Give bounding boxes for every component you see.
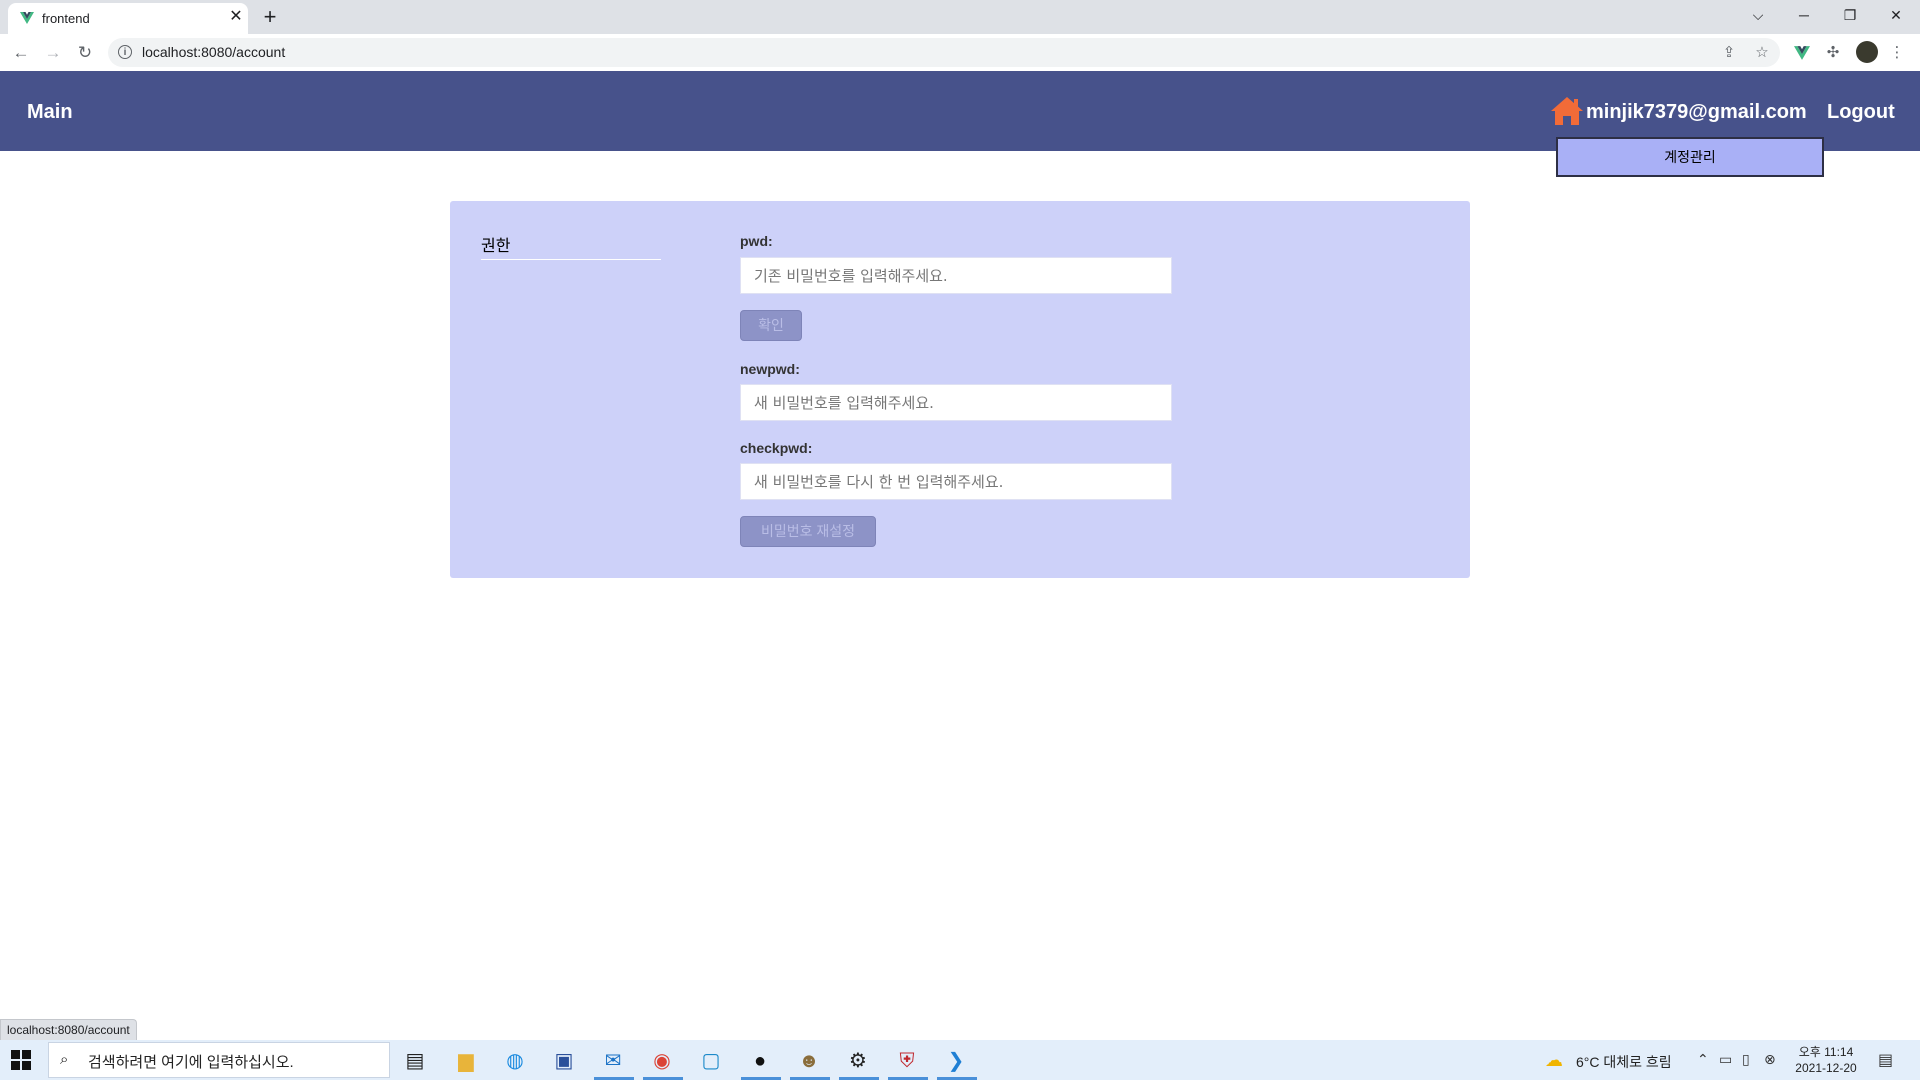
reset-password-button[interactable]: 비밀번호 재설정 xyxy=(740,516,876,547)
profile-avatar[interactable] xyxy=(1856,41,1878,63)
share-icon[interactable]: ⇪ xyxy=(1718,42,1740,64)
vue-devtools-extension-icon[interactable] xyxy=(1794,45,1810,61)
settings-gear-icon[interactable]: ⚙ xyxy=(843,1046,873,1076)
checkpwd-label: checkpwd: xyxy=(740,440,813,456)
tab-search-chevron-icon[interactable]: ⌵ xyxy=(1736,2,1780,28)
search-icon: ⌕ xyxy=(60,1051,69,1068)
tray-ime-icon[interactable]: ▭ xyxy=(1719,1051,1732,1068)
tray-display-icon[interactable]: ▯ xyxy=(1742,1051,1750,1068)
pwd-label: pwd: xyxy=(740,233,773,249)
checkpwd-input[interactable] xyxy=(740,463,1172,500)
bookmark-star-icon[interactable]: ☆ xyxy=(1751,42,1773,64)
weather-cloudy-icon[interactable]: ☁ xyxy=(1545,1050,1563,1071)
task-view-icon[interactable]: ▤ xyxy=(400,1046,430,1076)
browser-menu-icon[interactable]: ⋮ xyxy=(1886,42,1908,64)
kakaotalk-icon[interactable]: ● xyxy=(745,1046,775,1076)
file-explorer-icon[interactable]: ▆ xyxy=(451,1046,481,1076)
windows-start-icon[interactable] xyxy=(10,1049,32,1071)
newpwd-label: newpwd: xyxy=(740,361,800,377)
sidebar-item-permissions[interactable]: 권한 xyxy=(481,232,661,260)
taskbar-search-placeholder[interactable]: 검색하려면 여기에 입력하십시오. xyxy=(88,1051,294,1072)
microsoft-store-icon[interactable]: ▣ xyxy=(549,1046,579,1076)
reload-icon[interactable]: ↻ xyxy=(72,40,98,66)
close-window-icon[interactable]: ✕ xyxy=(1874,2,1918,28)
vscode-icon[interactable]: ❯ xyxy=(941,1046,971,1076)
minimize-icon[interactable]: ─ xyxy=(1782,2,1826,28)
browser-tab-bar xyxy=(0,0,1920,34)
site-info-icon[interactable]: i xyxy=(118,45,132,59)
restore-icon[interactable]: ❐ xyxy=(1828,2,1872,28)
app-icon-blue[interactable]: ▢ xyxy=(696,1046,726,1076)
tray-chevron-up-icon[interactable]: ⌃ xyxy=(1697,1051,1709,1068)
newpwd-input[interactable] xyxy=(740,384,1172,421)
edge-browser-icon[interactable]: ◍ xyxy=(500,1046,530,1076)
extensions-puzzle-icon[interactable]: ✣ xyxy=(1822,42,1844,64)
back-arrow-icon[interactable]: ← xyxy=(8,40,34,66)
confirm-button[interactable]: 확인 xyxy=(740,310,802,341)
dropdown-item-account-management[interactable]: 계정관리 xyxy=(1558,139,1822,175)
mail-icon[interactable]: ✉ xyxy=(598,1046,628,1076)
address-bar-url[interactable]: localhost:8080/account xyxy=(142,44,285,60)
notification-center-icon[interactable]: ▤ xyxy=(1878,1050,1893,1070)
shield-app-icon[interactable]: ⛨ xyxy=(892,1046,922,1076)
clock-date[interactable]: 2021-12-20 xyxy=(1790,1061,1862,1075)
app-icon-mascot[interactable]: ☻ xyxy=(794,1046,824,1076)
tab-close-icon[interactable]: ✕ xyxy=(226,7,246,27)
weather-text[interactable]: 6°C 대체로 흐림 xyxy=(1576,1052,1672,1072)
forward-arrow-icon[interactable]: → xyxy=(40,40,66,66)
logout-link[interactable]: Logout xyxy=(1827,101,1895,124)
home-icon[interactable] xyxy=(1550,95,1584,127)
clock-time[interactable]: 오후 11:14 xyxy=(1796,1043,1856,1060)
user-email[interactable]: minjik7379@gmail.com xyxy=(1586,101,1807,124)
browser-tab[interactable]: frontend ✕ xyxy=(8,3,248,34)
status-bubble-url: localhost:8080/account xyxy=(0,1019,137,1041)
pwd-input[interactable] xyxy=(740,257,1172,294)
tray-status-icon[interactable]: ⊗ xyxy=(1764,1051,1776,1068)
account-dropdown: 계정관리 xyxy=(1556,137,1824,177)
chrome-icon[interactable]: ◉ xyxy=(647,1046,677,1076)
new-tab-button[interactable]: + xyxy=(258,6,282,30)
tab-title: frontend xyxy=(42,11,90,26)
brand-main-link[interactable]: Main xyxy=(27,101,73,124)
vue-favicon-icon xyxy=(20,12,34,24)
address-bar[interactable] xyxy=(108,38,1780,67)
